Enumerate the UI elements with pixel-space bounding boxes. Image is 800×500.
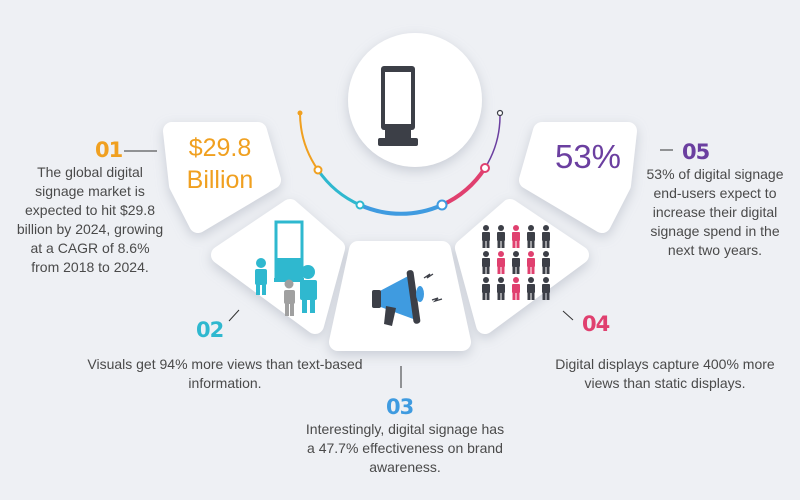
person-figure	[542, 277, 550, 300]
item-01-number: 01	[95, 138, 123, 162]
item-05-highlight: 53%	[554, 138, 622, 175]
item-04-number: 04	[582, 312, 610, 336]
item-02-text: Visuals get 94% more views than text-bas…	[87, 356, 363, 391]
item-01-highlight: $29.8 Billion	[170, 132, 270, 196]
item-03-text: Interestingly, digital signage has a 47.…	[305, 421, 505, 475]
item-04-text: Digital displays capture 400% more views…	[555, 356, 775, 391]
item-03-number: 03	[386, 395, 414, 419]
item-05-number: 05	[682, 140, 710, 164]
petal-04	[455, 199, 589, 334]
item-01-text: The global digital signage market is exp…	[16, 164, 164, 275]
item-02-number: 02	[196, 318, 224, 342]
item-05-text: 53% of digital signage end-users expect …	[646, 166, 784, 258]
highlight-amount: $29.8	[188, 134, 252, 162]
highlight-unit: Billion	[186, 166, 254, 194]
